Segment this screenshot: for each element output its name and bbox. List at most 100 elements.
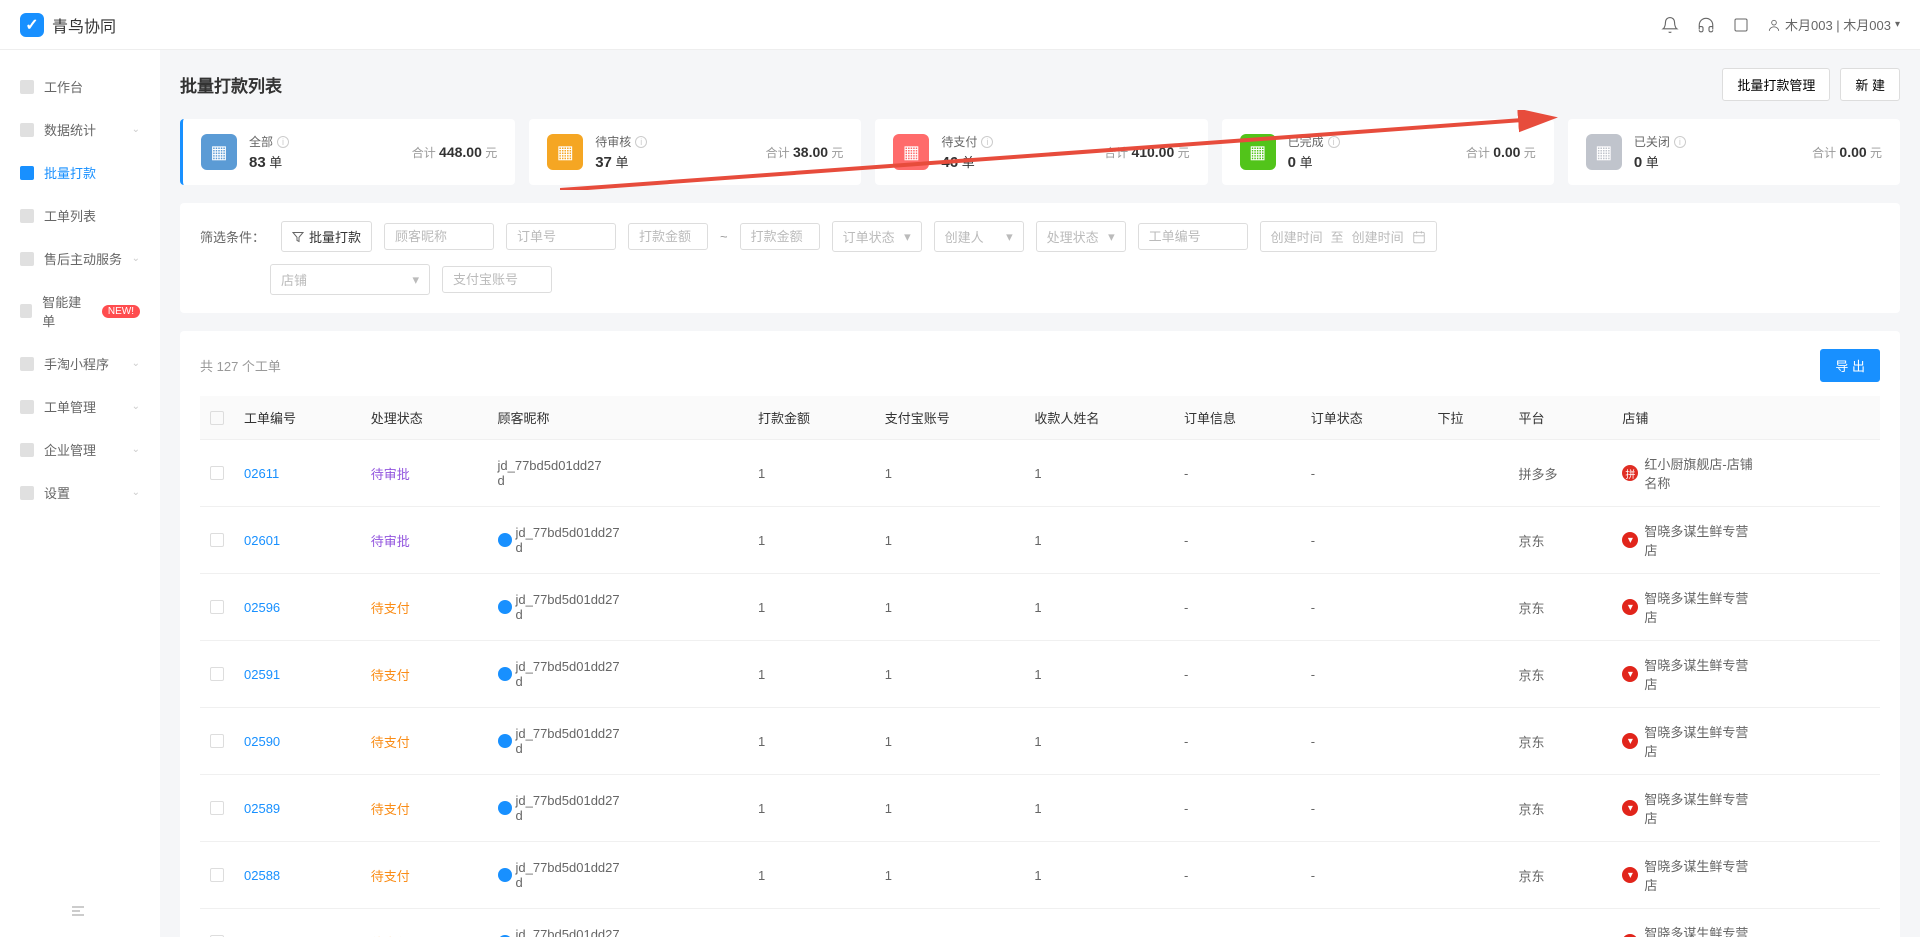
order-status-cell: -: [1301, 507, 1428, 574]
platform-cell: 京东: [1509, 708, 1613, 775]
order-input[interactable]: [506, 223, 616, 250]
workorder-id-link[interactable]: 02589: [244, 801, 280, 816]
payee-cell: 1: [1024, 641, 1174, 708]
select-all-checkbox[interactable]: [210, 411, 224, 425]
shop-cell: 拼红小厨旗舰店-店铺名称: [1622, 454, 1870, 492]
stat-icon: ▦: [201, 134, 237, 170]
table-row: 02591 待支付 jd_77bd5d01dd27d 1 1 1 - - 京东 …: [200, 641, 1880, 708]
info-icon: i: [1328, 136, 1340, 148]
stat-title: 待审核 i: [595, 133, 647, 150]
workorder-id-input[interactable]: [1138, 223, 1248, 250]
sidebar-label: 批量打款: [44, 163, 96, 182]
status-text: 待审批: [371, 534, 410, 549]
app-logo[interactable]: ✓ 青鸟协同: [20, 13, 116, 37]
status-text: 待支付: [371, 601, 410, 616]
sidebar-label: 数据统计: [44, 120, 96, 139]
row-checkbox[interactable]: [210, 600, 224, 614]
stat-icon: ▦: [1586, 134, 1622, 170]
dropdown-cell: [1428, 574, 1509, 641]
sidebar-collapse-button[interactable]: [70, 903, 86, 922]
wangwang-icon[interactable]: [498, 734, 512, 748]
wangwang-icon[interactable]: [498, 533, 512, 547]
sidebar-item-8[interactable]: 企业管理⌄: [0, 428, 160, 471]
stat-card-2[interactable]: ▦待支付 i46 单合计 410.00 元: [875, 119, 1207, 185]
headset-icon[interactable]: [1697, 16, 1715, 34]
nick-cell: jd_77bd5d01dd27d: [498, 860, 739, 890]
sidebar-label: 工单列表: [44, 206, 96, 225]
sidebar-item-2[interactable]: 批量打款: [0, 151, 160, 194]
sidebar-item-7[interactable]: 工单管理⌄: [0, 385, 160, 428]
creator-select[interactable]: 创建人▾: [934, 221, 1024, 252]
filter-batch-button[interactable]: 批量打款: [281, 221, 372, 252]
nick-input[interactable]: [384, 223, 494, 250]
alipay-cell: [875, 909, 1025, 937]
stat-card-0[interactable]: ▦全部 i83 单合计 448.00 元: [180, 119, 515, 185]
wangwang-icon[interactable]: [498, 600, 512, 614]
nick-cell: jd_77bd5d01dd27d: [498, 659, 739, 689]
amount-from-input[interactable]: [628, 223, 708, 250]
alipay-cell: 1: [875, 440, 1025, 507]
sidebar-item-5[interactable]: 智能建单NEW!: [0, 280, 160, 342]
table-row: 02589 待支付 jd_77bd5d01dd27d 1 1 1 - - 京东 …: [200, 775, 1880, 842]
stat-card-1[interactable]: ▦待审核 i37 单合计 38.00 元: [529, 119, 861, 185]
process-status-select[interactable]: 处理状态▾: [1036, 221, 1126, 252]
row-checkbox[interactable]: [210, 533, 224, 547]
platform-cell: [1509, 909, 1613, 937]
payee-cell: 1: [1024, 775, 1174, 842]
stat-card-3[interactable]: ▦已完成 i0 单合计 0.00 元: [1222, 119, 1554, 185]
order-info-cell: -: [1174, 507, 1301, 574]
menu-icon: [20, 209, 34, 223]
menu-icon: [20, 443, 34, 457]
table-row: 02611 待审批 jd_77bd5d01dd27d 1 1 1 - - 拼多多…: [200, 440, 1880, 507]
bell-icon[interactable]: [1661, 16, 1679, 34]
order-info-cell: [1174, 909, 1301, 937]
row-checkbox[interactable]: [210, 466, 224, 480]
order-status-select[interactable]: 订单状态▾: [832, 221, 922, 252]
workorder-id-link[interactable]: 02611: [244, 466, 279, 481]
new-button[interactable]: 新 建: [1840, 68, 1900, 101]
batch-manage-button[interactable]: 批量打款管理: [1722, 68, 1830, 101]
col-header: 店铺: [1612, 396, 1880, 440]
info-icon: i: [1674, 136, 1686, 148]
grid-icon[interactable]: [1733, 17, 1749, 33]
sidebar-item-0[interactable]: 工作台: [0, 65, 160, 108]
sidebar-item-4[interactable]: 售后主动服务⌄: [0, 237, 160, 280]
export-button[interactable]: 导 出: [1820, 349, 1880, 382]
workorder-id-link[interactable]: 02601: [244, 533, 280, 548]
shop-badge-icon: ▾: [1622, 666, 1638, 682]
wangwang-icon[interactable]: [498, 868, 512, 882]
shop-select[interactable]: 店铺▾: [270, 264, 430, 295]
workorder-id-link[interactable]: 02590: [244, 734, 280, 749]
wangwang-icon[interactable]: [498, 667, 512, 681]
date-range-picker[interactable]: 创建时间 至 创建时间: [1260, 221, 1437, 252]
amount-cell: 1: [748, 708, 875, 775]
workorder-id-link[interactable]: 02588: [244, 868, 280, 883]
stat-sum: 合计 38.00 元: [766, 144, 844, 161]
amount-cell: [748, 909, 875, 937]
nick-cell: jd_77bd5d01dd27d: [498, 592, 739, 622]
row-checkbox[interactable]: [210, 868, 224, 882]
order-status-cell: -: [1301, 574, 1428, 641]
dropdown-cell: [1428, 440, 1509, 507]
sidebar-item-9[interactable]: 设置⌄: [0, 471, 160, 514]
sidebar-item-6[interactable]: 手淘小程序⌄: [0, 342, 160, 385]
alipay-input[interactable]: [442, 266, 552, 293]
wangwang-icon[interactable]: [498, 801, 512, 815]
row-checkbox[interactable]: [210, 734, 224, 748]
shop-badge-icon: 拼: [1622, 465, 1638, 481]
col-header: 工单编号: [234, 396, 361, 440]
user-menu[interactable]: 木月003 | 木月003 ▾: [1767, 15, 1900, 34]
workorder-id-link[interactable]: 02591: [244, 667, 280, 682]
row-checkbox[interactable]: [210, 801, 224, 815]
col-header: 打款金额: [748, 396, 875, 440]
payee-cell: [1024, 909, 1174, 937]
sidebar-item-3[interactable]: 工单列表: [0, 194, 160, 237]
stat-card-4[interactable]: ▦已关闭 i0 单合计 0.00 元: [1568, 119, 1900, 185]
amount-to-input[interactable]: [740, 223, 820, 250]
sidebar-item-1[interactable]: 数据统计⌄: [0, 108, 160, 151]
info-icon: i: [981, 136, 993, 148]
calendar-icon: [1412, 230, 1426, 244]
workorder-id-link[interactable]: 02596: [244, 600, 280, 615]
row-checkbox[interactable]: [210, 667, 224, 681]
payee-cell: 1: [1024, 842, 1174, 909]
